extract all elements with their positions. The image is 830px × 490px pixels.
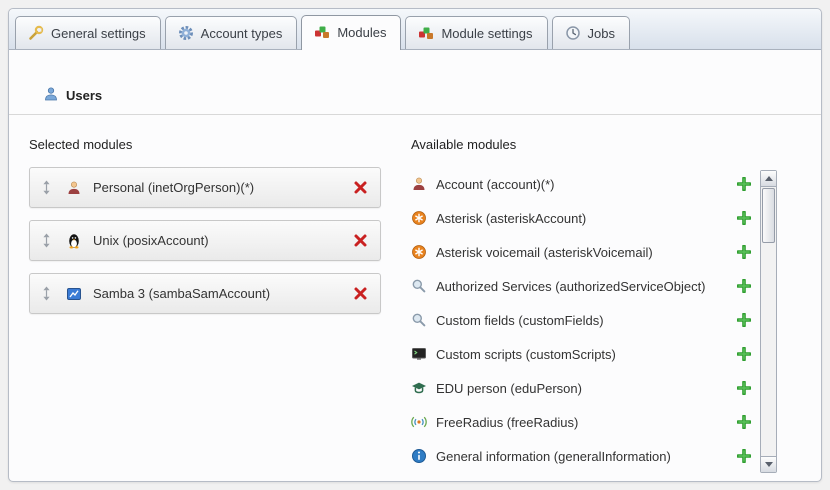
tab-label: Jobs xyxy=(588,26,615,41)
tab-bar: General settings Account types Modules M… xyxy=(9,9,821,50)
available-module-label: General information (generalInformation) xyxy=(436,449,671,464)
terminal-icon xyxy=(411,346,427,362)
available-modules-scrollbar[interactable] xyxy=(760,170,777,473)
remove-module-button[interactable] xyxy=(353,286,368,301)
add-module-button[interactable] xyxy=(737,449,751,463)
tab-module-settings[interactable]: Module settings xyxy=(405,16,547,49)
available-module-label: Asterisk (asteriskAccount) xyxy=(436,211,586,226)
drag-handle-icon[interactable] xyxy=(42,180,51,195)
available-module-label: Custom fields (customFields) xyxy=(436,313,604,328)
add-module-button[interactable] xyxy=(737,245,751,259)
asterisk-icon xyxy=(411,244,427,260)
person-icon xyxy=(411,176,427,192)
clock-icon xyxy=(565,25,581,41)
scroll-down-button[interactable] xyxy=(761,456,776,472)
header-divider xyxy=(9,114,821,115)
available-modules-heading: Available modules xyxy=(411,137,801,152)
available-module-row: Authorized Services (authorizedServiceOb… xyxy=(411,269,751,303)
drag-handle-icon[interactable] xyxy=(42,286,51,301)
tools-icon xyxy=(28,25,44,41)
add-module-button[interactable] xyxy=(737,347,751,361)
tab-label: Module settings xyxy=(441,26,532,41)
lam-configuration-window: General settings Account types Modules M… xyxy=(8,8,822,482)
available-module-row: EDU person (eduPerson) xyxy=(411,371,751,405)
available-modules-list: Account (account)(*) Asterisk (asteriskA… xyxy=(411,167,801,473)
available-module-row: General information (generalInformation) xyxy=(411,439,751,473)
available-module-label: Asterisk voicemail (asteriskVoicemail) xyxy=(436,245,653,260)
tab-jobs[interactable]: Jobs xyxy=(552,16,630,49)
tab-label: Modules xyxy=(337,25,386,40)
add-module-button[interactable] xyxy=(737,211,751,225)
modules-panel: Users Selected modules Personal (inetOrg… xyxy=(9,50,821,482)
selected-module-label: Personal (inetOrgPerson)(*) xyxy=(93,180,254,195)
selected-module-row[interactable]: Unix (posixAccount) xyxy=(29,220,381,261)
remove-module-button[interactable] xyxy=(353,180,368,195)
available-module-label: Authorized Services (authorizedServiceOb… xyxy=(436,279,706,294)
samba-icon xyxy=(66,286,82,302)
add-module-button[interactable] xyxy=(737,177,751,191)
add-module-button[interactable] xyxy=(737,381,751,395)
radio-icon xyxy=(411,414,427,430)
modules-icon xyxy=(418,25,434,41)
available-module-row: Custom fields (customFields) xyxy=(411,303,751,337)
available-module-row: Account (account)(*) xyxy=(411,167,751,201)
available-module-row: Custom scripts (customScripts) xyxy=(411,337,751,371)
selected-module-label: Samba 3 (sambaSamAccount) xyxy=(93,286,270,301)
arrow-down-icon xyxy=(765,462,773,467)
tux-icon xyxy=(66,233,82,249)
drag-handle-icon[interactable] xyxy=(42,233,51,248)
edu-icon xyxy=(411,380,427,396)
gear-icon xyxy=(178,25,194,41)
selected-module-label: Unix (posixAccount) xyxy=(93,233,209,248)
magnifier-icon xyxy=(411,278,427,294)
tab-modules[interactable]: Modules xyxy=(301,15,401,50)
available-modules-column: Available modules Account (account)(*) xyxy=(411,137,801,473)
available-module-row: Asterisk voicemail (asteriskVoicemail) xyxy=(411,235,751,269)
add-module-button[interactable] xyxy=(737,313,751,327)
selected-module-row[interactable]: Samba 3 (sambaSamAccount) xyxy=(29,273,381,314)
tab-account-types[interactable]: Account types xyxy=(165,16,298,49)
available-module-label: Account (account)(*) xyxy=(436,177,555,192)
modules-columns: Selected modules Personal (inetOrgPerson… xyxy=(29,137,801,473)
selected-modules-column: Selected modules Personal (inetOrgPerson… xyxy=(29,137,381,473)
scroll-up-button[interactable] xyxy=(761,171,776,187)
section-title: Users xyxy=(66,88,102,103)
magnifier-icon xyxy=(411,312,427,328)
arrow-up-icon xyxy=(765,176,773,181)
tab-label: Account types xyxy=(201,26,283,41)
info-icon xyxy=(411,448,427,464)
person-icon xyxy=(66,180,82,196)
add-module-button[interactable] xyxy=(737,279,751,293)
tab-general-settings[interactable]: General settings xyxy=(15,16,161,49)
scrollbar-thumb[interactable] xyxy=(762,188,775,243)
available-module-label: EDU person (eduPerson) xyxy=(436,381,582,396)
available-module-row: Asterisk (asteriskAccount) xyxy=(411,201,751,235)
available-module-row: FreeRadius (freeRadius) xyxy=(411,405,751,439)
selected-modules-heading: Selected modules xyxy=(29,137,381,152)
remove-module-button[interactable] xyxy=(353,233,368,248)
user-icon xyxy=(43,86,59,105)
asterisk-icon xyxy=(411,210,427,226)
tab-label: General settings xyxy=(51,26,146,41)
selected-module-row[interactable]: Personal (inetOrgPerson)(*) xyxy=(29,167,381,208)
add-module-button[interactable] xyxy=(737,415,751,429)
account-type-header: Users xyxy=(43,50,801,114)
available-module-label: FreeRadius (freeRadius) xyxy=(436,415,578,430)
modules-icon xyxy=(314,24,330,40)
available-module-label: Custom scripts (customScripts) xyxy=(436,347,616,362)
